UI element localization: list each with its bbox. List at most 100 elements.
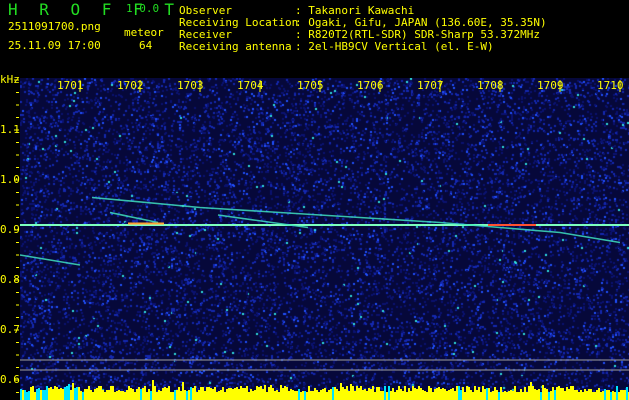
- histogram-bar: [258, 387, 260, 400]
- histogram-bar: [272, 388, 274, 400]
- histogram-bar: [124, 392, 126, 400]
- histogram-bar: [330, 389, 332, 400]
- histogram-bar: [80, 391, 82, 400]
- histogram-bar: [234, 388, 236, 400]
- histogram-bar: [236, 387, 238, 400]
- histogram-bar: [384, 386, 386, 400]
- histogram-bar: [354, 391, 356, 400]
- histogram-bar: [232, 389, 234, 400]
- histogram-bar: [334, 387, 336, 400]
- histogram-bar: [436, 388, 438, 400]
- histogram-bar: [192, 388, 194, 400]
- meteor-trace: [109, 211, 159, 224]
- histogram-bar: [310, 391, 312, 400]
- x-tick-label: 1705: [297, 79, 324, 92]
- histogram-bar: [592, 392, 594, 400]
- histogram-bar: [76, 387, 78, 400]
- histogram-bar: [118, 390, 120, 400]
- histogram-bar: [610, 392, 612, 400]
- histogram-bar: [90, 390, 92, 400]
- histogram-bar: [122, 391, 124, 400]
- histogram-bar: [194, 386, 196, 400]
- histogram-bar: [152, 380, 154, 400]
- histogram-bar: [520, 389, 522, 400]
- histogram-bar: [588, 389, 590, 400]
- histogram-bar: [68, 384, 70, 400]
- histogram-bar: [306, 392, 308, 400]
- histogram-bar: [500, 387, 502, 400]
- histogram-bar: [516, 392, 518, 400]
- histogram-bar: [246, 386, 248, 400]
- histogram-bar: [278, 392, 280, 400]
- histogram-bar: [178, 387, 180, 400]
- x-tick-label: 1702: [117, 79, 144, 92]
- histogram-bar: [374, 392, 376, 400]
- histogram-bar: [352, 386, 354, 400]
- histogram-bar: [266, 392, 268, 400]
- histogram-bar: [142, 388, 144, 400]
- histogram-bar: [492, 391, 494, 400]
- histogram-bar: [496, 390, 498, 400]
- histogram-bar: [318, 392, 320, 400]
- histogram-bar: [598, 388, 600, 400]
- histogram-bar: [250, 389, 252, 400]
- histogram-bar: [132, 389, 134, 400]
- meteor-trace: [19, 254, 81, 266]
- histogram-bar: [120, 391, 122, 400]
- histogram-bar: [30, 387, 32, 400]
- histogram-bar: [332, 387, 334, 400]
- histogram-bar: [340, 383, 342, 400]
- histogram-bar: [430, 388, 432, 400]
- histogram-bar: [364, 389, 366, 400]
- histogram-bar: [582, 392, 584, 400]
- histogram-bar: [134, 392, 136, 400]
- x-tick-label: 1704: [237, 79, 264, 92]
- histogram-bar: [422, 390, 424, 400]
- histogram-bar: [542, 385, 544, 400]
- histogram-bar: [626, 387, 628, 400]
- histogram-bar: [230, 388, 232, 400]
- histogram-bar: [156, 392, 158, 400]
- histogram-bar: [510, 390, 512, 400]
- histogram-bar: [182, 382, 184, 400]
- histogram-bar: [66, 386, 68, 400]
- histogram-bar: [26, 392, 28, 400]
- histogram-bar: [280, 385, 282, 400]
- histogram-bar: [288, 391, 290, 400]
- histogram-bar: [164, 387, 166, 400]
- histogram-bar: [326, 392, 328, 400]
- histogram-bar: [344, 389, 346, 400]
- histogram-bar: [168, 386, 170, 400]
- histogram-bar: [454, 391, 456, 400]
- histogram-bar: [64, 387, 66, 400]
- histogram-bar: [342, 387, 344, 400]
- histogram-bar: [590, 389, 592, 400]
- histogram-bar: [358, 388, 360, 400]
- meteor-trace: [91, 196, 621, 244]
- histogram-bar: [424, 391, 426, 400]
- histogram-bar: [214, 387, 216, 400]
- histogram-bar: [324, 388, 326, 400]
- histogram-bar: [174, 390, 176, 400]
- histogram-bar: [464, 392, 466, 400]
- histogram-bar: [218, 391, 220, 400]
- histogram-bar: [488, 388, 490, 400]
- histogram-bar: [594, 392, 596, 400]
- histogram-bar: [208, 387, 210, 400]
- histogram-bar: [186, 391, 188, 400]
- histogram-bar: [490, 392, 492, 400]
- histogram-bar: [52, 389, 54, 400]
- histogram-bar: [140, 389, 142, 400]
- histogram-bar: [554, 390, 556, 400]
- histogram-bar: [550, 391, 552, 400]
- histogram-bar: [484, 389, 486, 400]
- x-tick-label: 1708: [477, 79, 504, 92]
- histogram-bar: [78, 387, 80, 400]
- histogram-bar: [24, 390, 26, 400]
- histogram-bar: [320, 390, 322, 400]
- histogram-bar: [290, 389, 292, 400]
- histogram-bar: [202, 387, 204, 400]
- histogram-bar: [48, 388, 50, 400]
- x-tick-label: 1707: [417, 79, 444, 92]
- histogram-bar: [450, 389, 452, 400]
